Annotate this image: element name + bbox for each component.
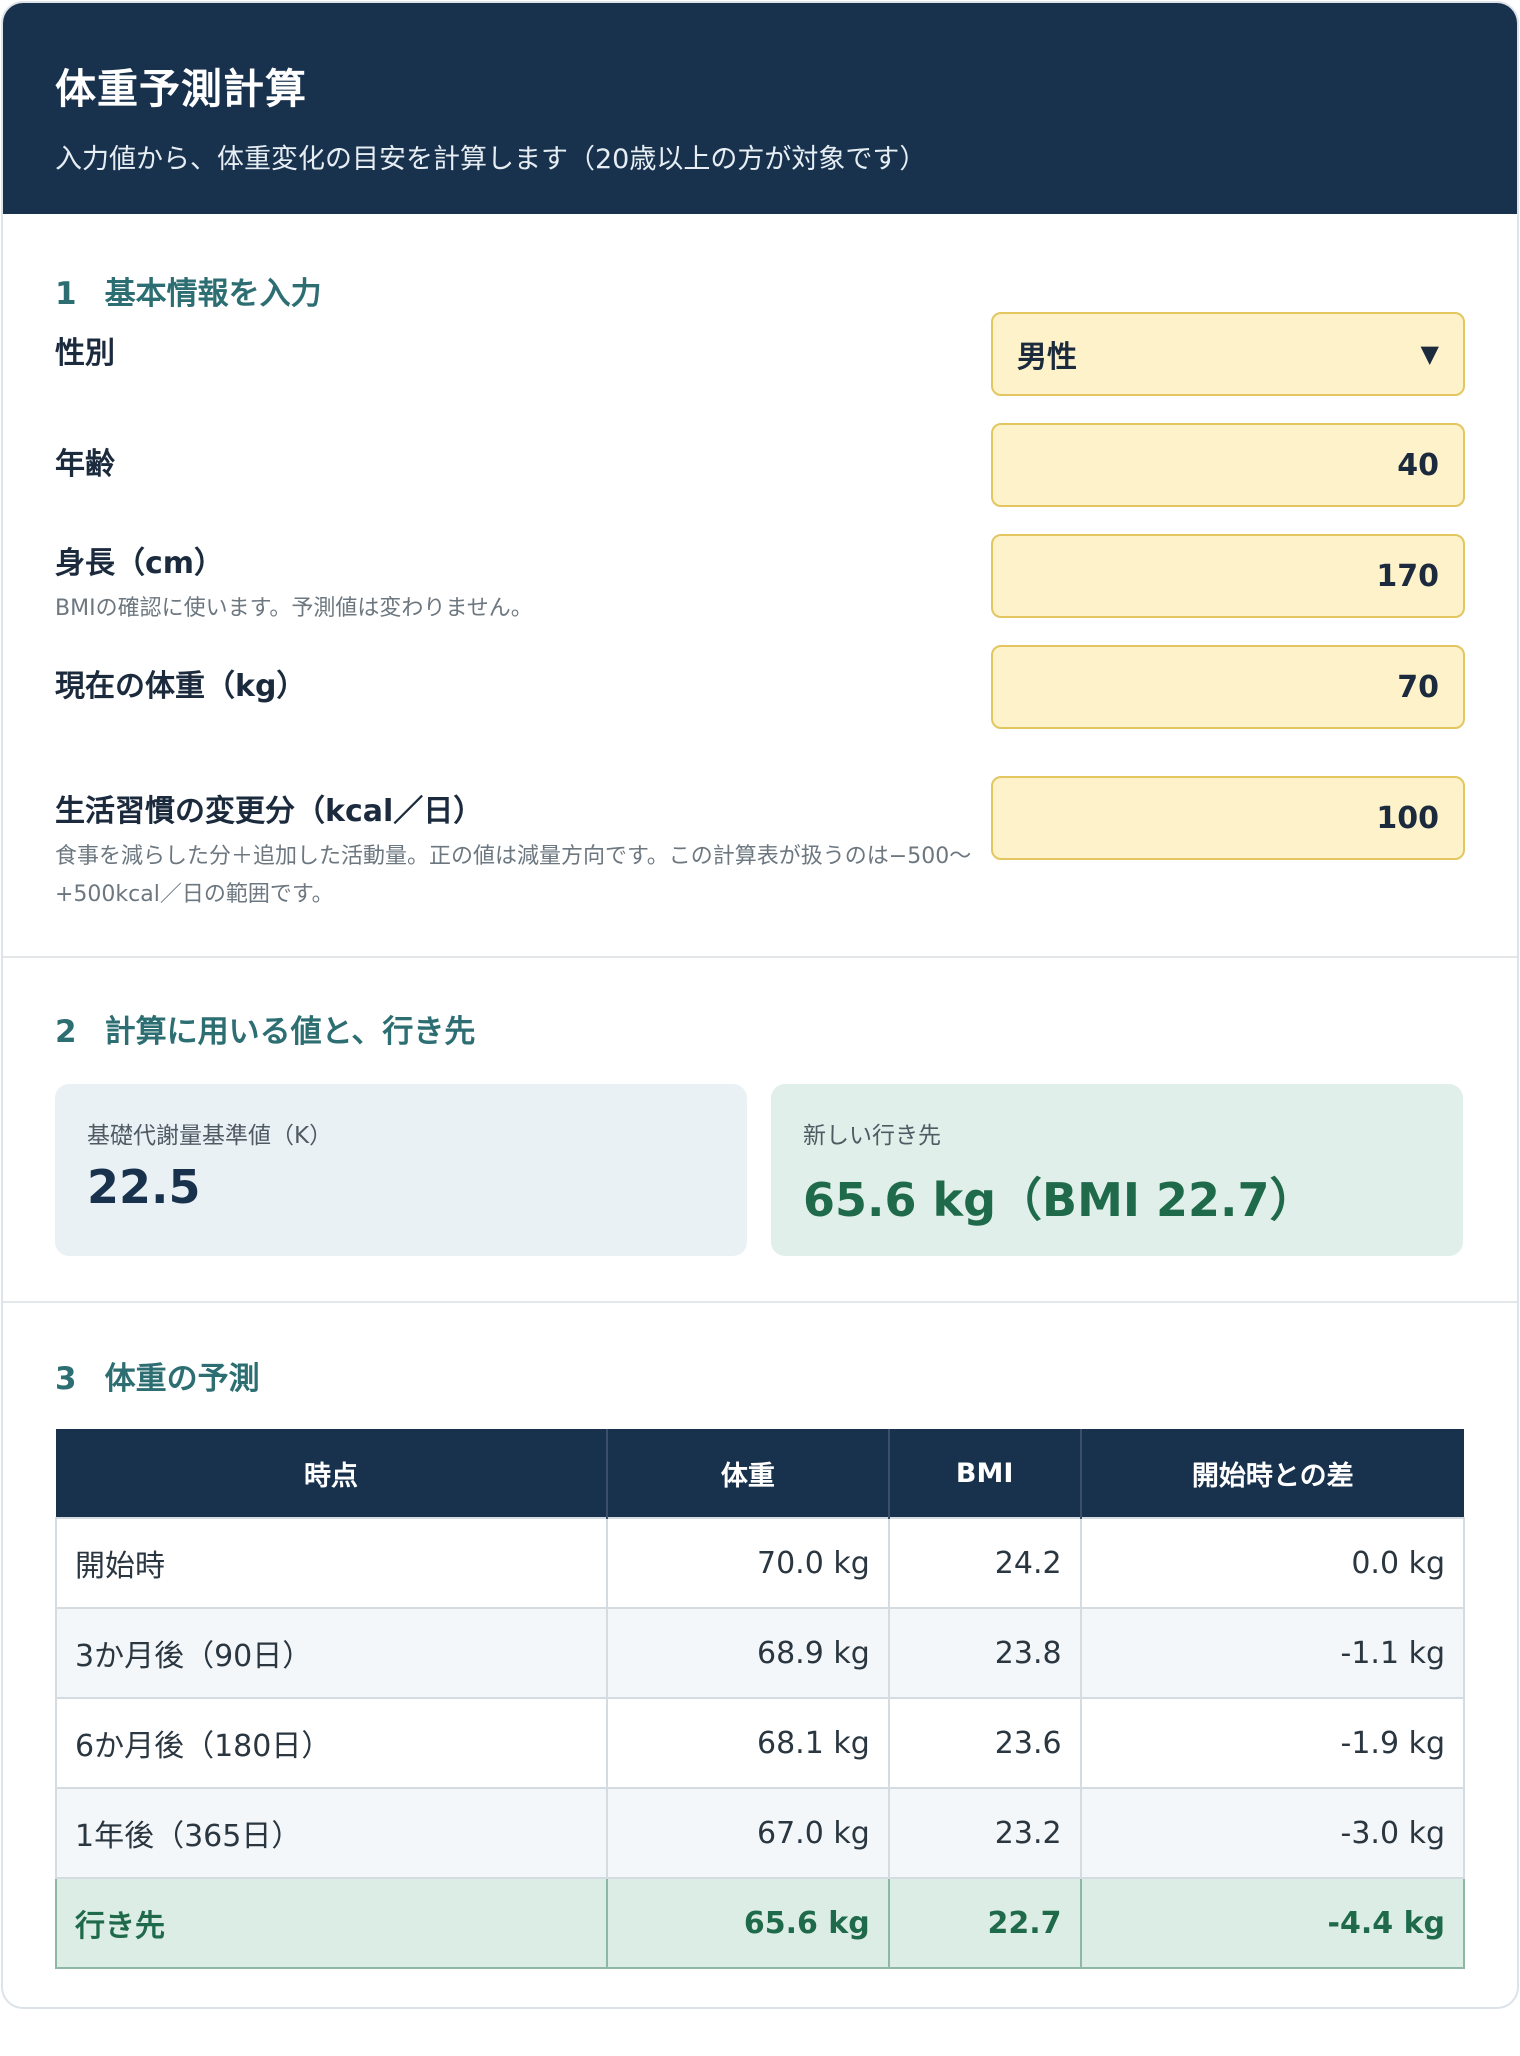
header-diff: 開始時との差 (1080, 1429, 1464, 1518)
section-title-forecast: 3 体重の予測 (55, 1303, 1465, 1398)
cell-bmi: 23.6 (887, 1697, 1082, 1789)
cell-time: 開始時 (54, 1517, 609, 1609)
table-row: 3か月後（90日） 68.9 kg 23.8 -1.1 kg (54, 1607, 1466, 1699)
row-kcal: 生活習慣の変更分（kcal／日） 食事を減らした分＋追加した活動量。正の値は減量… (55, 776, 1465, 907)
destination-value: 65.6 kg（BMI 22.7） (803, 1173, 1316, 1227)
cell-bmi: 23.2 (887, 1787, 1082, 1879)
section-number: 3 (55, 1361, 77, 1397)
table-row: 1年後（365日） 67.0 kg 23.2 -3.0 kg (54, 1787, 1466, 1879)
weight-input[interactable]: 70 (991, 645, 1465, 729)
height-input[interactable]: 170 (991, 534, 1465, 618)
header-bmi: BMI (888, 1429, 1082, 1518)
section-number: 1 (55, 276, 77, 312)
cell-time: 3か月後（90日） (54, 1607, 609, 1699)
section-title-values: 2 計算に用いる値と、行き先 (55, 958, 1465, 1051)
destination-caption: 新しい行き先 (803, 1123, 941, 1149)
header: 体重予測計算 入力値から、体重変化の目安を計算します（20歳以上の方が対象です） (3, 3, 1517, 214)
chevron-down-icon: ▼ (1420, 340, 1439, 368)
cell-diff: -4.4 kg (1079, 1877, 1466, 1969)
cell-bmi: 22.7 (887, 1877, 1082, 1969)
row-sex: 性別 男性 ▼ (55, 312, 1465, 396)
row-age: 年齢 40 (55, 423, 1465, 507)
cell-weight: 70.0 kg (606, 1517, 890, 1609)
destination-box: 新しい行き先 65.6 kg（BMI 22.7） (771, 1084, 1463, 1256)
calculator-card: 体重予測計算 入力値から、体重変化の目安を計算します（20歳以上の方が対象です）… (1, 1, 1519, 2009)
table-row: 6か月後（180日） 68.1 kg 23.6 -1.9 kg (54, 1697, 1466, 1789)
cell-weight: 65.6 kg (606, 1877, 890, 1969)
table-row-destination: 行き先 65.6 kg 22.7 -4.4 kg (54, 1877, 1466, 1969)
section-number: 2 (55, 1014, 77, 1050)
sex-select-value: 男性 (1017, 340, 1077, 375)
cell-weight: 67.0 kg (606, 1787, 890, 1879)
row-height: 身長（cm） BMIの確認に使います。予測値は変わりません。 170 (55, 534, 1465, 621)
header-time: 時点 (56, 1429, 609, 1518)
cell-diff: -3.0 kg (1079, 1787, 1466, 1879)
table-header-row: 時点 体重 BMI 開始時との差 (56, 1429, 1464, 1518)
row-weight: 現在の体重（kg） 70 (55, 645, 1465, 729)
section-title-text: 計算に用いる値と、行き先 (104, 1014, 476, 1050)
section-title-input: 1 基本情報を入力 (55, 214, 1465, 313)
cell-bmi: 23.8 (887, 1607, 1082, 1699)
age-input[interactable]: 40 (991, 423, 1465, 507)
cell-diff: 0.0 kg (1079, 1517, 1466, 1609)
k-value: 22.5 (87, 1160, 201, 1214)
header-weight: 体重 (607, 1429, 890, 1518)
k-caption: 基礎代謝量基準値（K） (87, 1123, 333, 1149)
page-subtitle: 入力値から、体重変化の目安を計算します（20歳以上の方が対象です） (55, 144, 927, 175)
page-title: 体重予測計算 (55, 65, 307, 113)
kcal-hint: 食事を減らした分＋追加した活動量。正の値は減量方向です。この計算表が扱うのは−5… (55, 844, 972, 907)
forecast-table: 時点 体重 BMI 開始時との差 開始時 70.0 kg 24.2 0.0 kg… (54, 1429, 1466, 1969)
section-forecast: 3 体重の予測 時点 体重 BMI 開始時との差 開始時 70.0 kg 24.2 (3, 1303, 1517, 1969)
cell-bmi: 24.2 (887, 1517, 1082, 1609)
cell-time: 6か月後（180日） (54, 1697, 609, 1789)
section-input: 1 基本情報を入力 性別 男性 ▼ 年齢 40 身長（cm） BMIの確認に使いま… (3, 214, 1517, 958)
cell-time: 行き先 (54, 1877, 609, 1969)
section-title-text: 基本情報を入力 (104, 276, 322, 312)
section-values: 2 計算に用いる値と、行き先 基礎代謝量基準値（K） 22.5 新しい行き先 65… (3, 958, 1517, 1303)
cell-weight: 68.1 kg (606, 1697, 890, 1789)
cell-time: 1年後（365日） (54, 1787, 609, 1879)
k-value-box: 基礎代謝量基準値（K） 22.5 (55, 1084, 747, 1256)
cell-diff: -1.9 kg (1079, 1697, 1466, 1789)
cell-diff: -1.1 kg (1079, 1607, 1466, 1699)
section-title-text: 体重の予測 (104, 1361, 260, 1397)
sex-select[interactable]: 男性 ▼ (991, 312, 1465, 396)
kcal-input[interactable]: 100 (991, 776, 1465, 860)
height-hint: BMIの確認に使います。予測値は変わりません。 (55, 596, 533, 621)
cell-weight: 68.9 kg (606, 1607, 890, 1699)
table-row: 開始時 70.0 kg 24.2 0.0 kg (54, 1517, 1466, 1609)
